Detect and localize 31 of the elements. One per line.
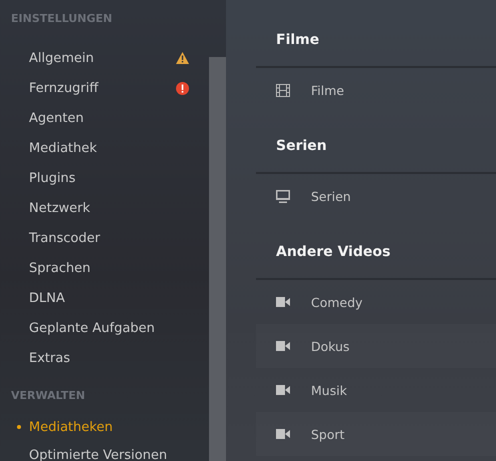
sidebar-item[interactable]: Mediathek [0, 133, 209, 163]
library-row[interactable]: Serien [256, 174, 496, 218]
section-heading: Andere Videos [275, 243, 392, 262]
video-camera-icon [276, 429, 290, 439]
section-heading: EINSTELLUNGEN [10, 12, 114, 26]
video-camera-icon [276, 297, 290, 307]
active-dot-icon [17, 425, 21, 429]
video-camera-icon [276, 385, 290, 395]
section-heading: Filme [275, 31, 320, 50]
library-row[interactable]: Dokus [256, 324, 496, 368]
library-row[interactable]: Musik [256, 368, 496, 412]
sidebar-item[interactable]: Optimierte Versionen [0, 441, 209, 461]
sidebar-item[interactable]: Sprachen [0, 253, 209, 283]
sidebar-item[interactable]: Agenten [0, 103, 209, 133]
library-row[interactable]: Comedy [256, 280, 496, 324]
monitor-icon [276, 190, 290, 202]
sidebar-item[interactable]: Fernzugriff [0, 73, 209, 103]
library-row[interactable]: Sport [256, 412, 496, 456]
film-icon [276, 84, 290, 96]
sidebar-item[interactable]: Plugins [0, 163, 209, 193]
sidebar-item[interactable]: DLNA [0, 283, 209, 313]
sidebar-item[interactable]: Geplante Aufgaben [0, 313, 209, 343]
library-row[interactable]: Filme [256, 68, 496, 112]
video-camera-icon [276, 341, 290, 351]
sidebar-item[interactable]: Netzwerk [0, 193, 209, 223]
sidebar-item[interactable]: Extras [0, 343, 209, 373]
sidebar-item[interactable]: Allgemein [0, 43, 209, 73]
section-heading: VERWALTEN [10, 389, 86, 403]
section-heading: Serien [275, 137, 328, 156]
sidebar-item[interactable]: Mediatheken [0, 413, 209, 441]
sidebar-item[interactable]: Transcoder [0, 223, 209, 253]
